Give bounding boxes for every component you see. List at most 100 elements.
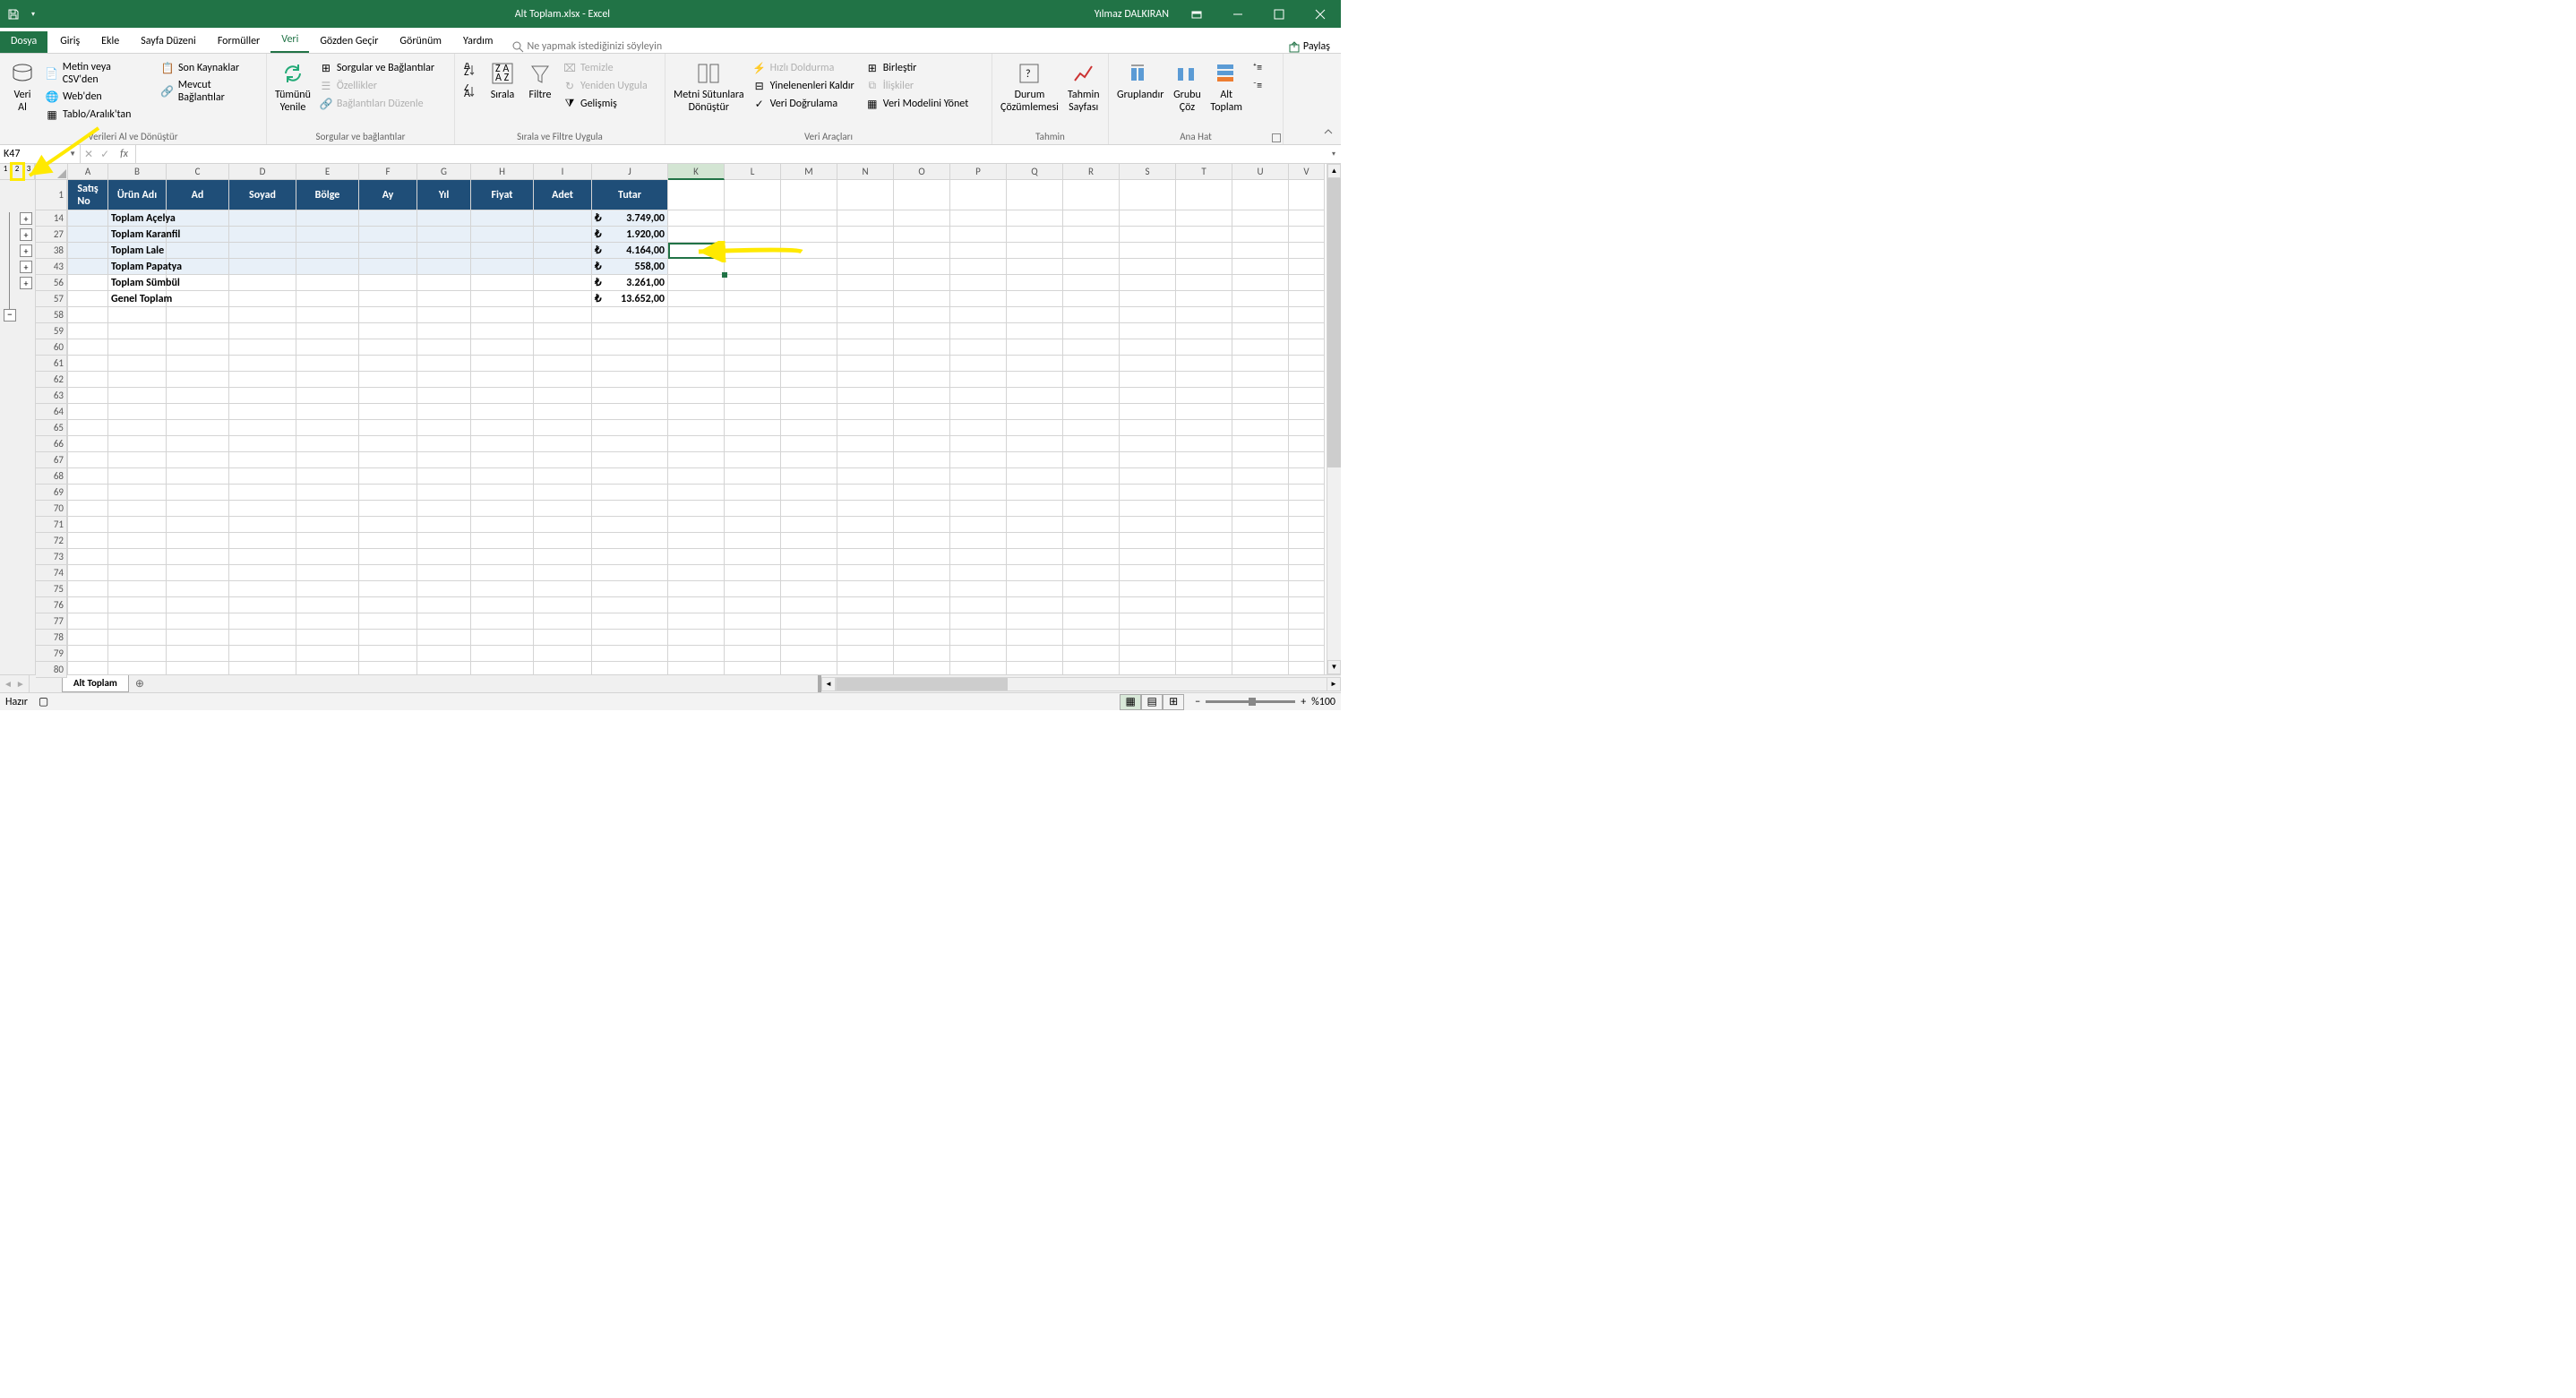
cell-70-G[interactable] <box>417 501 471 517</box>
manage-data-model[interactable]: ▦Veri Modelini Yönet <box>862 96 972 112</box>
cell-70-F[interactable] <box>359 501 417 517</box>
cell-75-I[interactable] <box>534 581 592 597</box>
get-data-button[interactable]: Veri Al <box>4 56 41 131</box>
row-header-69[interactable]: 69 <box>36 485 67 501</box>
cell-67-D[interactable] <box>229 452 296 468</box>
cell-67-Q[interactable] <box>1007 452 1063 468</box>
cell-73-K[interactable] <box>668 549 725 565</box>
cell-60-O[interactable] <box>894 339 950 356</box>
hscroll-thumb[interactable] <box>837 678 1008 690</box>
row-header-66[interactable]: 66 <box>36 436 67 452</box>
cell-14-I[interactable] <box>534 210 592 227</box>
cell-64-N[interactable] <box>837 404 894 420</box>
cell-38-O[interactable] <box>894 243 950 259</box>
cell-14-F[interactable] <box>359 210 417 227</box>
cell-75-J[interactable] <box>592 581 668 597</box>
table-header-J[interactable]: Tutar <box>592 180 668 210</box>
tab-data[interactable]: Veri <box>270 30 309 53</box>
cell-80-M[interactable] <box>781 662 837 674</box>
cell-57-M[interactable] <box>781 291 837 307</box>
col-header-P[interactable]: P <box>950 164 1007 180</box>
cell-73-P[interactable] <box>950 549 1007 565</box>
name-box-input[interactable] <box>4 148 66 160</box>
row-header-27[interactable]: 27 <box>36 227 67 243</box>
cell-78-C[interactable] <box>167 630 229 646</box>
cell-64-Q[interactable] <box>1007 404 1063 420</box>
cell-63-G[interactable] <box>417 388 471 404</box>
cell-71-N[interactable] <box>837 517 894 533</box>
cell-43-U[interactable] <box>1232 259 1289 275</box>
refresh-all-button[interactable]: Tümünü Yenile <box>270 56 315 131</box>
cell-57-V[interactable] <box>1289 291 1325 307</box>
cell-66-J[interactable] <box>592 436 668 452</box>
cell-77-M[interactable] <box>781 613 837 630</box>
fx-button[interactable]: fx <box>116 148 132 160</box>
cell-43-K[interactable] <box>668 259 725 275</box>
cell-69-F[interactable] <box>359 485 417 501</box>
row-header-70[interactable]: 70 <box>36 501 67 517</box>
cell-43-V[interactable] <box>1289 259 1325 275</box>
cell-68-K[interactable] <box>668 468 725 485</box>
cell-80-A[interactable] <box>68 662 108 674</box>
cell-76-M[interactable] <box>781 597 837 613</box>
cell-80-J[interactable] <box>592 662 668 674</box>
cell-38-B[interactable]: Toplam Lale <box>108 243 167 259</box>
cell-79-R[interactable] <box>1063 646 1120 662</box>
cell-43-R[interactable] <box>1063 259 1120 275</box>
cell-56-O[interactable] <box>894 275 950 291</box>
cell-79-K[interactable] <box>668 646 725 662</box>
cell-77-H[interactable] <box>471 613 534 630</box>
cell-66-L[interactable] <box>725 436 781 452</box>
cell-61-D[interactable] <box>229 356 296 372</box>
cell-1-P[interactable] <box>950 180 1007 210</box>
zoom-level[interactable]: %100 <box>1311 696 1335 708</box>
scroll-down[interactable]: ▼ <box>1327 660 1341 674</box>
cell-71-L[interactable] <box>725 517 781 533</box>
cell-71-B[interactable] <box>108 517 167 533</box>
cell-27-L[interactable] <box>725 227 781 243</box>
cell-1-N[interactable] <box>837 180 894 210</box>
sheet-nav-prev[interactable]: ◄ <box>4 678 13 690</box>
zoom-thumb[interactable] <box>1249 698 1256 706</box>
cell-80-V[interactable] <box>1289 662 1325 674</box>
cell-71-R[interactable] <box>1063 517 1120 533</box>
cell-63-J[interactable] <box>592 388 668 404</box>
cell-14-M[interactable] <box>781 210 837 227</box>
cell-60-S[interactable] <box>1120 339 1176 356</box>
cell-75-L[interactable] <box>725 581 781 597</box>
cell-63-Q[interactable] <box>1007 388 1063 404</box>
cell-76-V[interactable] <box>1289 597 1325 613</box>
cell-60-D[interactable] <box>229 339 296 356</box>
filter-button[interactable]: Filtre <box>521 56 559 131</box>
cell-70-M[interactable] <box>781 501 837 517</box>
cell-38-P[interactable] <box>950 243 1007 259</box>
cell-64-K[interactable] <box>668 404 725 420</box>
cell-79-M[interactable] <box>781 646 837 662</box>
cell-14-T[interactable] <box>1176 210 1232 227</box>
row-header-68[interactable]: 68 <box>36 468 67 485</box>
cell-27-U[interactable] <box>1232 227 1289 243</box>
cell-38-V[interactable] <box>1289 243 1325 259</box>
cell-79-E[interactable] <box>296 646 359 662</box>
qat-customize[interactable]: ▾ <box>29 4 38 24</box>
col-header-I[interactable]: I <box>534 164 592 180</box>
ribbon-display-opts[interactable] <box>1176 0 1217 28</box>
cell-1-Q[interactable] <box>1007 180 1063 210</box>
cell-76-K[interactable] <box>668 597 725 613</box>
cell-71-E[interactable] <box>296 517 359 533</box>
cell-63-A[interactable] <box>68 388 108 404</box>
cell-62-J[interactable] <box>592 372 668 388</box>
cell-73-F[interactable] <box>359 549 417 565</box>
cell-77-E[interactable] <box>296 613 359 630</box>
cell-76-H[interactable] <box>471 597 534 613</box>
cell-14-A[interactable] <box>68 210 108 227</box>
cell-70-H[interactable] <box>471 501 534 517</box>
cell-1-S[interactable] <box>1120 180 1176 210</box>
row-header-57[interactable]: 57 <box>36 291 67 307</box>
cell-71-O[interactable] <box>894 517 950 533</box>
cell-60-A[interactable] <box>68 339 108 356</box>
cell-66-Q[interactable] <box>1007 436 1063 452</box>
cell-56-S[interactable] <box>1120 275 1176 291</box>
cell-72-M[interactable] <box>781 533 837 549</box>
cell-69-O[interactable] <box>894 485 950 501</box>
